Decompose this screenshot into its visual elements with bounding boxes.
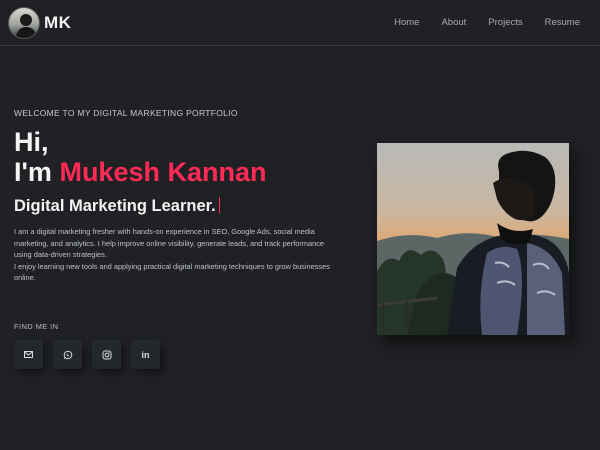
mail-icon [24, 351, 33, 358]
top-nav: MK Home About Projects Resume [0, 0, 600, 46]
nav-link-resume[interactable]: Resume [545, 17, 580, 28]
welcome-text: WELCOME TO MY DIGITAL MARKETING PORTFOLI… [14, 108, 238, 118]
linkedin-icon: in [141, 349, 150, 360]
whatsapp-icon [63, 350, 72, 359]
avatar-silhouette [15, 14, 37, 38]
social-links: in [14, 340, 160, 369]
avatar[interactable] [8, 7, 40, 39]
bio-description: I am a digital marketing fresher with ha… [14, 226, 334, 284]
nav-link-home[interactable]: Home [394, 17, 419, 28]
mail-button[interactable] [14, 340, 43, 369]
nav-link-projects[interactable]: Projects [488, 17, 522, 28]
name-highlight: Mukesh Kannan [59, 157, 267, 187]
instagram-button[interactable] [92, 340, 121, 369]
im-text: I'm [14, 157, 52, 187]
brand-logo-text[interactable]: MK [44, 13, 71, 33]
linkedin-button[interactable]: in [131, 340, 160, 369]
nav-links: Home About Projects Resume [394, 17, 580, 28]
role-heading: Digital Marketing Learner. [14, 197, 220, 216]
greeting-heading: Hi, [14, 127, 49, 157]
bio-paragraph: I enjoy learning new tools and applying … [14, 261, 330, 283]
name-heading: I'm Mukesh Kannan [14, 157, 267, 187]
nav-link-about[interactable]: About [441, 17, 466, 28]
role-text: Digital Marketing Learner. [14, 197, 216, 215]
profile-photo [377, 143, 569, 335]
bio-paragraph: I am a digital marketing fresher with ha… [14, 227, 325, 260]
instagram-icon [102, 350, 111, 359]
find-me-label: FIND ME IN [14, 322, 59, 331]
whatsapp-button[interactable] [53, 340, 82, 369]
typing-cursor [218, 197, 220, 213]
profile-photo-image [377, 143, 569, 335]
